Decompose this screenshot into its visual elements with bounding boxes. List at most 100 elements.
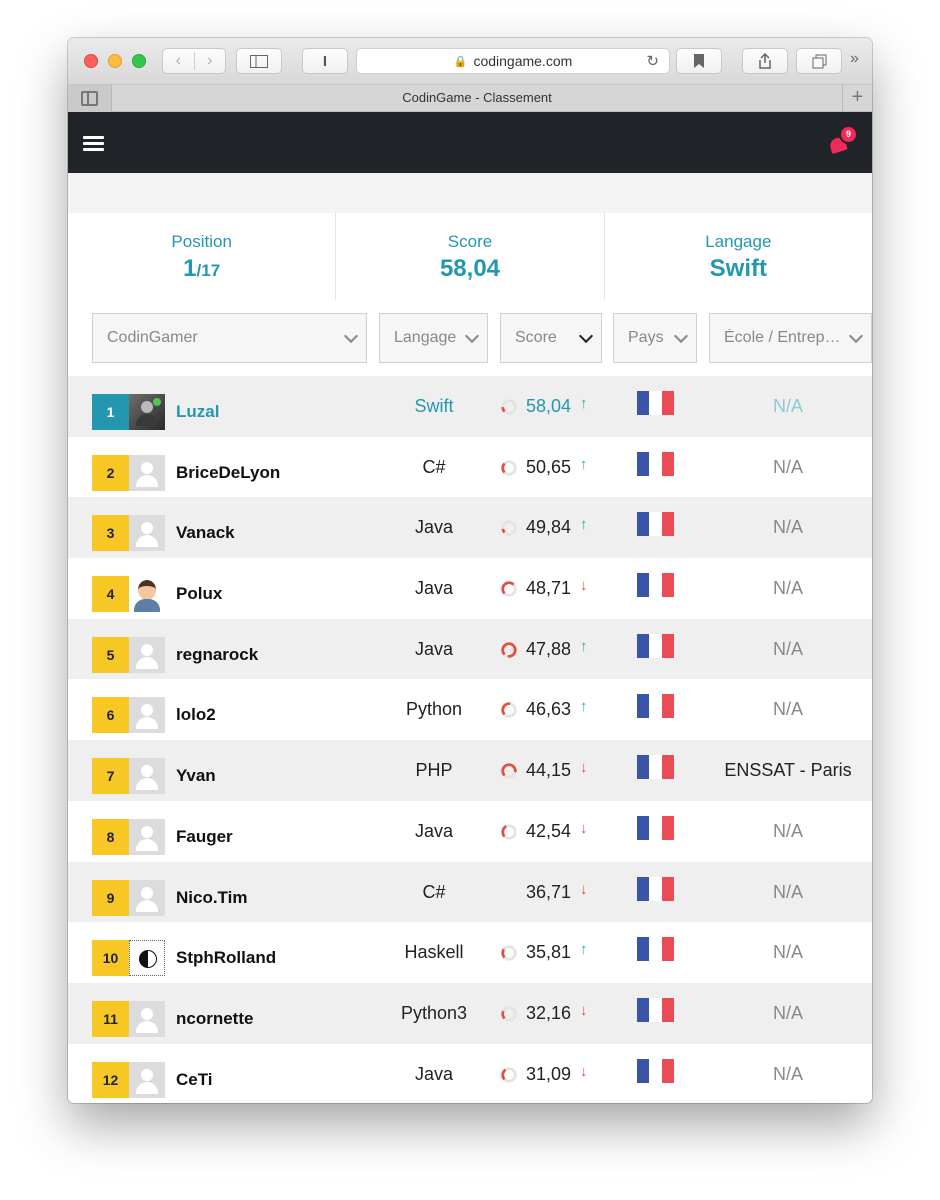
codingamer-filter[interactable]: CodinGamer bbox=[92, 313, 367, 363]
score-value: 31,09 bbox=[526, 1063, 572, 1084]
france-flag-icon bbox=[637, 512, 674, 537]
table-row[interactable]: 4 Polux Java 48,71 ↓ N/A bbox=[68, 558, 872, 619]
minimize-window-button[interactable] bbox=[108, 54, 122, 68]
player-language: C# bbox=[422, 881, 446, 902]
arrow-down-icon: ↓ bbox=[580, 759, 588, 777]
address-bar[interactable]: 🔒 codingame.com ↻ bbox=[356, 48, 670, 74]
filter-bar: CodinGamer Langage Score Pays École / En… bbox=[68, 300, 872, 376]
reader-icon[interactable]: I bbox=[302, 48, 348, 74]
rank-badge: 9 bbox=[92, 879, 129, 916]
avatar[interactable] bbox=[129, 576, 165, 613]
player-school: N/A bbox=[772, 820, 803, 841]
player-name[interactable]: Vanack bbox=[176, 523, 235, 543]
player-name[interactable]: Luzal bbox=[176, 402, 219, 422]
share-icon[interactable] bbox=[742, 48, 788, 74]
table-row[interactable]: 12 CeTi Java 31,09 ↓ N/A bbox=[68, 1043, 872, 1103]
new-tab-icon[interactable]: + bbox=[842, 85, 872, 112]
history-nav: ‹ › bbox=[162, 48, 226, 74]
player-name[interactable]: regnarock bbox=[176, 645, 258, 665]
france-flag-icon bbox=[637, 694, 674, 719]
score-value: 48,71 bbox=[526, 578, 572, 599]
score-gauge-icon bbox=[501, 642, 517, 658]
score-value: 58,04 bbox=[526, 396, 572, 416]
header-spacer bbox=[68, 173, 872, 213]
forward-icon[interactable]: › bbox=[195, 52, 226, 70]
arrow-up-icon: ↑ bbox=[580, 516, 588, 534]
avatar[interactable] bbox=[129, 818, 165, 855]
player-school: N/A bbox=[772, 1002, 803, 1023]
player-language: Java bbox=[414, 1063, 454, 1084]
avatar[interactable] bbox=[129, 697, 165, 734]
rank-badge: 8 bbox=[92, 818, 129, 855]
table-row[interactable]: 3 Vanack Java 49,84 ↑ N/A bbox=[68, 497, 872, 559]
avatar[interactable] bbox=[129, 454, 165, 491]
notification-bell-icon[interactable]: 9 bbox=[828, 125, 858, 155]
avatar[interactable] bbox=[129, 394, 165, 430]
school-filter[interactable]: École / Entreprise bbox=[709, 313, 872, 363]
player-name[interactable]: BriceDeLyon bbox=[176, 463, 280, 483]
notification-badge: 9 bbox=[839, 125, 858, 144]
avatar[interactable] bbox=[129, 515, 165, 552]
table-row[interactable]: 6 lolo2 Python 46,63 ↑ N/A bbox=[68, 679, 872, 741]
player-language: Java bbox=[414, 517, 454, 538]
language-label: Langage bbox=[705, 232, 772, 251]
browser-window: ‹ › I 🔒 codingame.com ↻ » CodinGame - Cl… bbox=[68, 38, 872, 1103]
table-row[interactable]: 10 StphRolland Haskell 35,81 ↑ N/A bbox=[68, 922, 872, 983]
table-row[interactable]: 7 Yvan PHP 44,15 ↓ ENSSAT - Paris bbox=[68, 740, 872, 801]
france-flag-icon bbox=[637, 391, 674, 415]
tabs-overview-icon[interactable] bbox=[796, 48, 842, 74]
score-gauge-icon bbox=[501, 399, 517, 415]
player-language: Python bbox=[405, 699, 463, 720]
player-name[interactable]: Nico.Tim bbox=[176, 888, 247, 908]
avatar[interactable] bbox=[129, 1000, 165, 1037]
position-label: Position bbox=[171, 232, 232, 251]
player-name[interactable]: Fauger bbox=[176, 827, 233, 847]
sidebar-toggle-icon[interactable] bbox=[236, 48, 282, 74]
avatar[interactable] bbox=[129, 1061, 165, 1098]
avatar[interactable] bbox=[129, 879, 165, 916]
table-row[interactable]: 9 Nico.Tim C# 36,71 ↓ N/A bbox=[68, 861, 872, 923]
france-flag-icon bbox=[637, 633, 674, 658]
player-name[interactable]: Polux bbox=[176, 584, 222, 604]
arrow-up-icon: ↑ bbox=[580, 698, 588, 716]
france-flag-icon bbox=[637, 997, 674, 1022]
france-flag-icon bbox=[637, 451, 674, 476]
rank-badge: 2 bbox=[92, 454, 129, 491]
player-language: Python3 bbox=[400, 1002, 468, 1023]
score-gauge-icon bbox=[501, 1066, 517, 1083]
player-name[interactable]: CeTi bbox=[176, 1070, 213, 1090]
back-icon[interactable]: ‹ bbox=[163, 52, 195, 70]
avatar[interactable] bbox=[129, 758, 165, 795]
table-row[interactable]: 2 BriceDeLyon C# 50,65 ↑ N/A bbox=[68, 436, 872, 498]
tab-sidebar-icon[interactable] bbox=[68, 85, 112, 112]
close-window-button[interactable] bbox=[84, 54, 98, 68]
player-name[interactable]: StphRolland bbox=[176, 948, 276, 968]
menu-icon[interactable] bbox=[83, 136, 104, 151]
player-score: 36,71 ↓ bbox=[500, 880, 630, 904]
score-value: 35,81 bbox=[526, 942, 572, 963]
table-row[interactable]: 5 regnarock Java 47,88 ↑ N/A bbox=[68, 618, 872, 680]
app-header: 9 bbox=[68, 112, 872, 173]
avatar[interactable] bbox=[129, 940, 165, 977]
table-row[interactable]: 8 Fauger Java 42,54 ↓ N/A bbox=[68, 800, 872, 862]
score-gauge-icon bbox=[501, 460, 517, 476]
rank-badge: 12 bbox=[92, 1061, 129, 1098]
tab-title[interactable]: CodinGame - Classement bbox=[112, 90, 842, 105]
country-filter[interactable]: Pays bbox=[613, 313, 697, 363]
reload-icon[interactable]: ↻ bbox=[646, 52, 659, 70]
more-tabs-icon[interactable]: » bbox=[850, 50, 859, 68]
table-row[interactable]: 1 Luzal Swift 58,04 ↑ N/A bbox=[68, 376, 872, 437]
player-name[interactable]: Yvan bbox=[176, 766, 216, 786]
player-name[interactable]: ncornette bbox=[176, 1009, 253, 1029]
player-score: 50,65 ↑ bbox=[500, 455, 630, 479]
bookmark-icon[interactable] bbox=[676, 48, 722, 74]
zoom-window-button[interactable] bbox=[132, 54, 146, 68]
avatar[interactable] bbox=[129, 636, 165, 673]
player-name[interactable]: lolo2 bbox=[176, 705, 216, 725]
language-filter[interactable]: Langage bbox=[379, 313, 488, 363]
rank-badge: 10 bbox=[92, 940, 129, 977]
rank-badge: 3 bbox=[92, 515, 129, 552]
tab-bar: CodinGame - Classement + bbox=[68, 85, 872, 112]
score-filter[interactable]: Score bbox=[500, 313, 602, 363]
table-row[interactable]: 11 ncornette Python3 32,16 ↓ N/A bbox=[68, 982, 872, 1044]
